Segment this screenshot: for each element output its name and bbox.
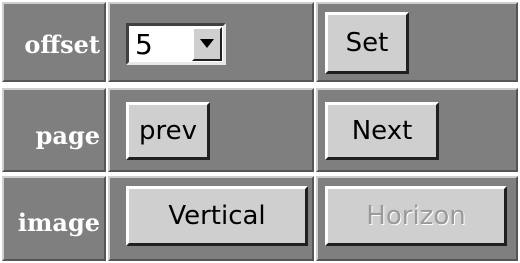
offset-select[interactable]: 5 [126,23,226,65]
image-label-cell: image [2,176,106,261]
offset-label: offset [24,30,100,59]
image-label: image [17,208,100,237]
set-button[interactable]: Set [325,12,409,74]
horizon-button[interactable]: Horizon [325,186,507,246]
offset-control-cell: 5 [108,2,314,82]
page-prev-cell: prev [108,88,314,172]
offset-action-cell: Set [316,2,518,82]
vertical-button[interactable]: Vertical [126,186,308,246]
image-vertical-cell: Vertical [108,176,314,261]
page-label: page [35,121,100,150]
page-label-cell: page [2,88,106,172]
offset-select-value: 5 [135,28,153,61]
next-button[interactable]: Next [325,102,439,160]
page-next-cell: Next [316,88,518,172]
navigation-control-table: offset 5 Set page prev Next image Vertic… [0,0,520,263]
offset-label-cell: offset [2,2,106,82]
image-horizon-cell: Horizon [316,176,518,261]
chevron-down-icon[interactable] [192,27,222,61]
prev-button[interactable]: prev [126,102,210,160]
